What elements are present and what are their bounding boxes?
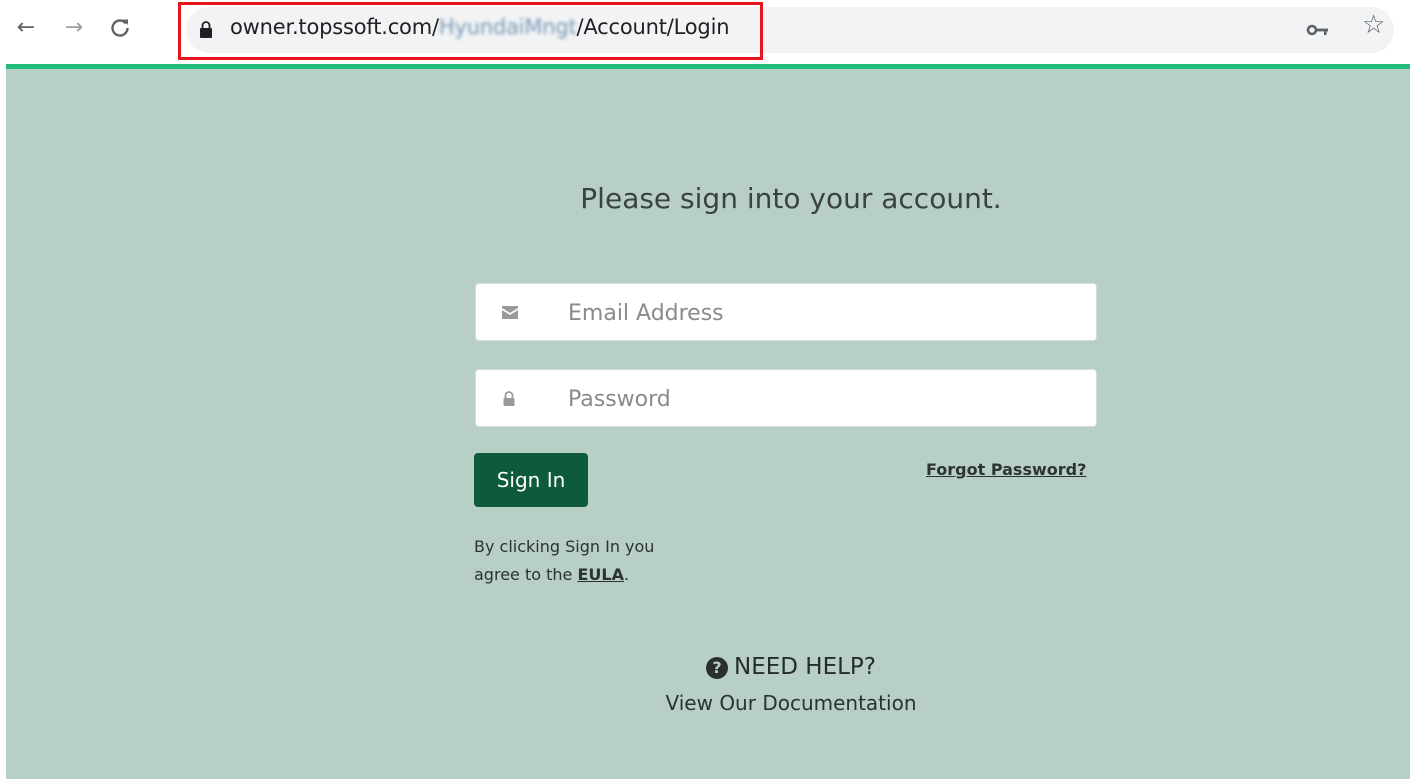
password-input[interactable] — [566, 370, 1090, 428]
eula-link[interactable]: EULA — [577, 565, 624, 584]
help-title: ? NEED HELP? — [6, 654, 1410, 680]
sign-in-button[interactable]: Sign In — [474, 453, 588, 507]
page-title: Please sign into your account. — [580, 182, 1002, 215]
email-input[interactable] — [566, 284, 1090, 342]
url-highlight-box — [178, 2, 763, 60]
question-circle-icon: ? — [705, 657, 728, 679]
browser-toolbar: ← → owner.topssoft.com/HyundaiMngt/Accou… — [0, 0, 1410, 62]
envelope-icon — [502, 305, 518, 319]
eula-notice: By clicking Sign In you agree to the EUL… — [474, 533, 704, 589]
lock-icon — [502, 391, 518, 406]
forgot-password-link[interactable]: Forgot Password? — [926, 460, 1086, 479]
forward-arrow-icon[interactable]: → — [60, 14, 88, 42]
eula-suffix: . — [623, 565, 630, 584]
key-icon[interactable] — [1306, 20, 1330, 40]
login-page: Please sign into your account. Sign In F… — [6, 69, 1410, 779]
help-title-text: NEED HELP? — [733, 654, 876, 680]
documentation-link[interactable]: View Our Documentation — [6, 691, 1410, 715]
back-arrow-icon[interactable]: ← — [12, 14, 40, 42]
email-field[interactable] — [475, 283, 1097, 342]
star-icon[interactable]: ☆ — [1362, 12, 1385, 38]
reload-icon[interactable] — [106, 14, 134, 42]
password-field[interactable] — [475, 369, 1097, 428]
